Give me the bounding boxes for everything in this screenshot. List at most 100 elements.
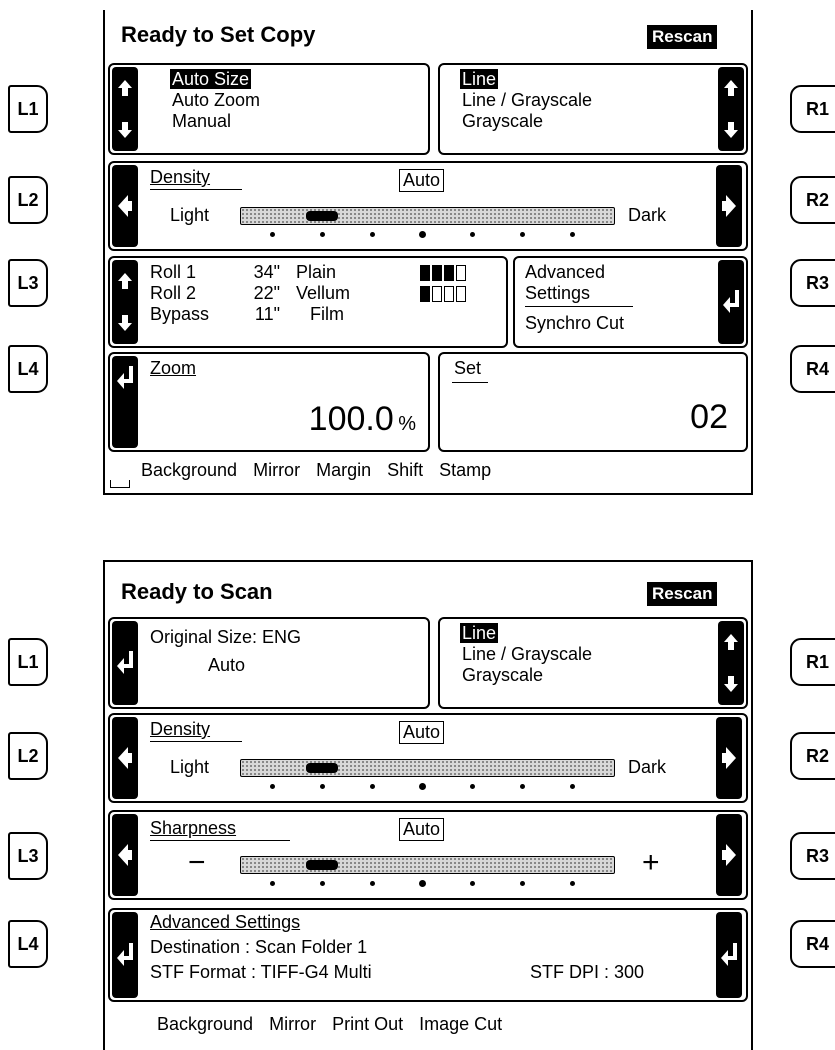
scan-sharpness-increase-button[interactable] — [716, 814, 742, 896]
arrow-left-icon — [118, 195, 132, 217]
scan-original-value: Auto — [208, 655, 246, 675]
copy-roll-panel[interactable]: Roll 1 Roll 2 Bypass 34" 22" 11" Plain V… — [108, 256, 508, 348]
scan-density-panel: Density Auto Light Dark — [108, 713, 748, 803]
enter-arrow-icon — [723, 290, 739, 313]
copy-density-increase-button[interactable] — [716, 165, 742, 247]
arrow-up-icon — [724, 634, 738, 650]
scan-key-l1[interactable]: L1 — [8, 638, 48, 686]
copy-zoom-panel[interactable]: Zoom 100.0 % — [108, 352, 430, 452]
scan-advanced-format: STF Format : TIFF-G4 Multi — [150, 962, 372, 982]
level-cell — [444, 285, 454, 302]
scan-density-decrease-button[interactable] — [112, 717, 138, 799]
roll-media: Vellum — [296, 283, 351, 303]
copy-key-l4[interactable]: L4 — [8, 345, 48, 393]
copy-density-slider[interactable] — [240, 207, 615, 245]
copy-footer-menu: Background Mirror Margin Shift Stamp — [141, 460, 491, 481]
scan-sharpness-decrease-button[interactable] — [112, 814, 138, 896]
copy-rescan-button[interactable]: Rescan — [647, 25, 718, 49]
scan-advanced-dpi: STF DPI : 300 — [530, 962, 645, 982]
copy-key-r2[interactable]: R2 — [790, 176, 835, 224]
scan-key-l2[interactable]: L2 — [8, 732, 48, 780]
copy-set-panel[interactable]: Set 02 — [438, 352, 748, 452]
scan-advanced-enter-left[interactable] — [112, 912, 138, 998]
scan-rescan-button[interactable]: Rescan — [647, 582, 718, 606]
copy-advanced-line2: Settings — [525, 283, 591, 303]
arrow-right-icon — [722, 195, 736, 217]
scan-sharpness-slider[interactable] — [240, 856, 615, 894]
level-cell — [420, 264, 430, 281]
slider-step-dot — [418, 879, 426, 887]
footer-stamp[interactable]: Stamp — [439, 460, 491, 480]
arrow-right-icon — [722, 844, 736, 866]
scan-key-r1[interactable]: R1 — [790, 638, 835, 686]
footer-shift[interactable]: Shift — [387, 460, 423, 480]
size-option-auto-zoom[interactable]: Auto Zoom — [170, 90, 260, 111]
scan-original-enter-button[interactable] — [112, 621, 138, 705]
scan-mode-scroll-bar[interactable] — [718, 621, 744, 705]
slider-thumb[interactable] — [306, 211, 338, 221]
copy-density-label: Density — [150, 167, 211, 187]
scan-key-l3[interactable]: L3 — [8, 832, 48, 880]
scan-key-l4[interactable]: L4 — [8, 920, 48, 968]
scan-mode-panel[interactable]: Line Line / Grayscale Grayscale — [438, 617, 748, 709]
scan-density-slider[interactable] — [240, 759, 615, 797]
copy-zoom-enter-button[interactable] — [112, 356, 138, 448]
level-cell — [432, 285, 442, 302]
scan-key-r4[interactable]: R4 — [790, 920, 835, 968]
footer-print-out[interactable]: Print Out — [332, 1014, 403, 1034]
copy-size-panel[interactable]: Auto Size Auto Zoom Manual — [108, 63, 430, 155]
copy-density-label-rule — [150, 189, 242, 190]
size-option-manual[interactable]: Manual — [170, 111, 260, 132]
footer-mirror[interactable]: Mirror — [253, 460, 300, 480]
copy-key-r3[interactable]: R3 — [790, 259, 835, 307]
mode-option-line-grayscale[interactable]: Line / Grayscale — [460, 90, 592, 111]
arrow-down-icon — [724, 676, 738, 692]
slider-thumb[interactable] — [306, 860, 338, 870]
scan-original-label: Original Size: ENG — [150, 627, 302, 647]
mode-option-grayscale[interactable]: Grayscale — [460, 665, 592, 686]
copy-advanced-enter-button[interactable] — [718, 260, 744, 344]
slider-step-dot — [469, 783, 475, 789]
copy-density-decrease-button[interactable] — [112, 165, 138, 247]
slider-track — [240, 759, 615, 777]
slider-step-dot — [369, 783, 375, 789]
copy-mode-scroll-bar[interactable] — [718, 67, 744, 151]
copy-size-list: Auto Size Auto Zoom Manual — [170, 69, 260, 132]
slider-step-dot — [519, 783, 525, 789]
slider-step-dot — [418, 230, 426, 238]
size-option-auto-size[interactable]: Auto Size — [170, 69, 252, 89]
scan-key-r3[interactable]: R3 — [790, 832, 835, 880]
footer-image-cut[interactable]: Image Cut — [419, 1014, 502, 1034]
scan-original-panel[interactable]: Original Size: ENG Auto — [108, 617, 430, 709]
copy-roll-scroll-bar[interactable] — [112, 260, 138, 344]
scan-title: Ready to Scan — [121, 579, 273, 604]
copy-advanced-panel[interactable]: Advanced Settings Synchro Cut — [513, 256, 748, 348]
scan-advanced-panel[interactable]: Advanced Settings Destination : Scan Fol… — [108, 908, 748, 1002]
copy-set-value: 02 — [690, 398, 728, 436]
copy-size-scroll-bar[interactable] — [112, 67, 138, 151]
copy-lcd-screen: Ready to Set Copy Rescan Auto Size Auto … — [103, 10, 753, 495]
mode-option-line[interactable]: Line — [460, 69, 499, 89]
copy-key-r1[interactable]: R1 — [790, 85, 835, 133]
scan-density-max-label: Dark — [628, 757, 667, 777]
footer-background[interactable]: Background — [157, 1014, 253, 1034]
copy-key-l3[interactable]: L3 — [8, 259, 48, 307]
scan-panel-group: L1 L2 L3 L4 R1 R2 R3 R4 Ready to Scan Re… — [0, 560, 835, 1050]
copy-zoom-number: 100.0 — [308, 400, 394, 438]
scan-advanced-enter-right[interactable] — [716, 912, 742, 998]
mode-option-grayscale[interactable]: Grayscale — [460, 111, 592, 132]
mode-option-line-grayscale[interactable]: Line / Grayscale — [460, 644, 592, 665]
mode-option-line[interactable]: Line — [460, 623, 499, 643]
footer-margin[interactable]: Margin — [316, 460, 371, 480]
copy-key-l1[interactable]: L1 — [8, 85, 48, 133]
copy-roll-media: Plain Vellum Film — [296, 262, 350, 325]
slider-step-dot — [369, 231, 375, 237]
copy-mode-panel[interactable]: Line Line / Grayscale Grayscale — [438, 63, 748, 155]
footer-background[interactable]: Background — [141, 460, 237, 480]
slider-thumb[interactable] — [306, 763, 338, 773]
copy-key-r4[interactable]: R4 — [790, 345, 835, 393]
scan-key-r2[interactable]: R2 — [790, 732, 835, 780]
copy-key-l2[interactable]: L2 — [8, 176, 48, 224]
footer-mirror[interactable]: Mirror — [269, 1014, 316, 1034]
scan-density-increase-button[interactable] — [716, 717, 742, 799]
